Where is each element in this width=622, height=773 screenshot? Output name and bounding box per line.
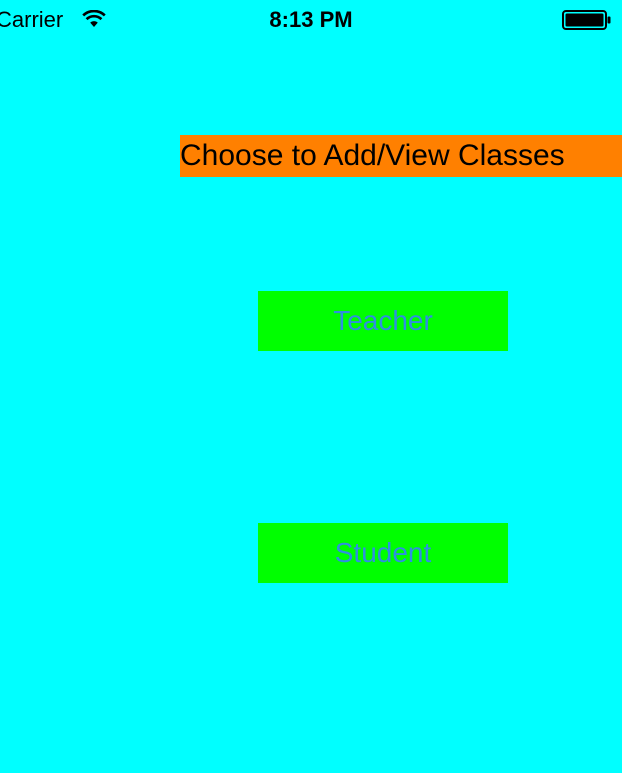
student-button[interactable]: Student	[258, 523, 508, 583]
status-bar: Carrier 8:13 PM	[0, 0, 622, 40]
page-title: Choose to Add/View Classes	[180, 135, 622, 177]
battery-icon	[562, 10, 612, 30]
status-time: 8:13 PM	[269, 7, 353, 32]
teacher-button[interactable]: Teacher	[258, 291, 508, 351]
